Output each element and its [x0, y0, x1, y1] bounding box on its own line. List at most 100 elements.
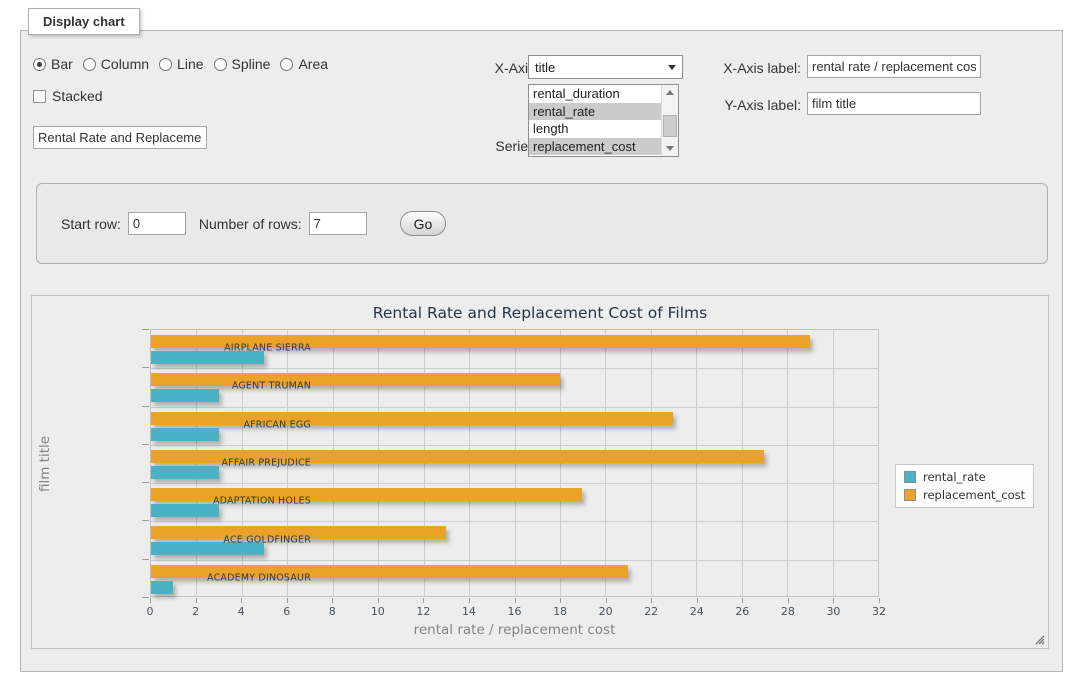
radio-icon[interactable] [280, 58, 293, 71]
chevron-down-icon [668, 65, 676, 70]
x-tick-mark [196, 598, 197, 603]
start-row-input[interactable] [128, 212, 186, 235]
y-axis-label-label: Y-Axis label: [701, 97, 801, 113]
gridline [833, 330, 834, 596]
x-tick-label: 16 [508, 605, 522, 618]
scroll-down-button[interactable] [662, 141, 678, 156]
arrow-up-icon [666, 90, 674, 95]
category-label: AFFAIR PREJUDICE [201, 458, 311, 469]
radio-label: Column [101, 56, 149, 72]
stacked-label: Stacked [52, 88, 103, 104]
y-tick-mark [142, 597, 149, 598]
category-label: ACE GOLDFINGER [201, 534, 311, 545]
chart-title-input[interactable] [33, 126, 207, 149]
chart-container: Rental Rate and Replacement Cost of Film… [31, 295, 1049, 649]
radio-label: Area [298, 56, 328, 72]
y-tick-mark [142, 444, 149, 445]
category-label: ADAPTATION HOLES [201, 496, 311, 507]
x-tick-label: 24 [690, 605, 704, 618]
series-option-length[interactable]: length [529, 120, 661, 138]
series-listbox[interactable]: rental_durationrental_ratelengthreplacem… [528, 84, 679, 157]
series-option-replacement_cost[interactable]: replacement_cost [529, 138, 661, 156]
gridline [742, 330, 743, 596]
series-scrollbar[interactable] [661, 85, 678, 156]
x-tick-label: 32 [872, 605, 886, 618]
x-tick-mark [879, 598, 880, 603]
x-tick-mark [469, 598, 470, 603]
x-tick-label: 8 [329, 605, 336, 618]
scroll-up-button[interactable] [662, 85, 678, 100]
radio-icon[interactable] [214, 58, 227, 71]
chart-type-option-bar[interactable]: Bar [33, 56, 73, 72]
x-tick-mark [606, 598, 607, 603]
gridline [651, 330, 652, 596]
number-of-rows-label: Number of rows: [199, 216, 302, 232]
legend-item-replacement_cost: replacement_cost [898, 486, 1031, 504]
chart-y-axis-label: film title [37, 414, 53, 514]
start-row-label: Start row: [61, 216, 121, 232]
x-tick-mark [651, 598, 652, 603]
row-range-panel: Start row: Number of rows: Go [36, 183, 1048, 264]
display-chart-legend: Display chart [28, 8, 140, 35]
chart-title: Rental Rate and Replacement Cost of Film… [32, 304, 1048, 322]
x-tick-label: 26 [735, 605, 749, 618]
x-tick-label: 6 [283, 605, 290, 618]
x-tick-mark [378, 598, 379, 603]
gridline [151, 560, 878, 561]
gridline [378, 330, 379, 596]
resize-handle-icon[interactable] [1033, 633, 1045, 645]
gridline [787, 330, 788, 596]
radio-icon[interactable] [83, 58, 96, 71]
category-label: AGENT TRUMAN [201, 381, 311, 392]
legend-label: rental_rate [923, 470, 986, 484]
x-axis-select[interactable]: title [528, 55, 683, 79]
chart-type-option-line[interactable]: Line [159, 56, 203, 72]
x-tick-mark [515, 598, 516, 603]
series-options: rental_durationrental_ratelengthreplacem… [529, 85, 661, 156]
gridline [560, 330, 561, 596]
gridline [424, 330, 425, 596]
number-of-rows-input[interactable] [309, 212, 367, 235]
x-tick-mark [560, 598, 561, 603]
radio-label: Line [177, 56, 203, 72]
radio-label: Bar [51, 56, 73, 72]
x-axis-label-input[interactable] [807, 55, 981, 78]
go-button[interactable]: Go [400, 211, 447, 236]
x-tick-label: 0 [147, 605, 154, 618]
y-tick-mark [142, 329, 149, 330]
category-label: ACADEMY DINOSAUR [201, 572, 311, 583]
series-listbox-label: Series: [451, 138, 539, 154]
x-tick-mark [833, 598, 834, 603]
radio-label: Spline [232, 56, 271, 72]
chart-type-option-column[interactable]: Column [83, 56, 149, 72]
gridline [469, 330, 470, 596]
category-label: AIRPLANE SIERRA [201, 343, 311, 354]
category-label: AFRICAN EGG [201, 419, 311, 430]
y-tick-mark [142, 559, 149, 560]
gridline [151, 368, 878, 369]
scrollbar-thumb[interactable] [663, 115, 677, 137]
stacked-checkbox[interactable] [33, 90, 46, 103]
x-tick-label: 20 [599, 605, 613, 618]
gridline [696, 330, 697, 596]
y-tick-mark [142, 367, 149, 368]
x-tick-label: 22 [644, 605, 658, 618]
y-tick-mark [142, 520, 149, 521]
radio-icon[interactable] [159, 58, 172, 71]
series-option-rental_duration[interactable]: rental_duration [529, 85, 661, 103]
radio-icon[interactable] [33, 58, 46, 71]
x-tick-label: 18 [553, 605, 567, 618]
chart-type-option-spline[interactable]: Spline [214, 56, 271, 72]
legend-swatch-icon [904, 471, 916, 483]
legend-swatch-icon [904, 489, 916, 501]
x-tick-label: 2 [192, 605, 199, 618]
x-tick-label: 10 [371, 605, 385, 618]
chart-type-option-area[interactable]: Area [280, 56, 328, 72]
legend-item-rental_rate: rental_rate [898, 468, 1031, 486]
stacked-checkbox-row[interactable]: Stacked [33, 88, 103, 104]
gridline [605, 330, 606, 596]
arrow-down-icon [666, 146, 674, 151]
series-option-rental_rate[interactable]: rental_rate [529, 103, 661, 121]
chart-x-axis-label: rental rate / replacement cost [150, 622, 879, 638]
y-axis-label-input[interactable] [807, 92, 981, 115]
